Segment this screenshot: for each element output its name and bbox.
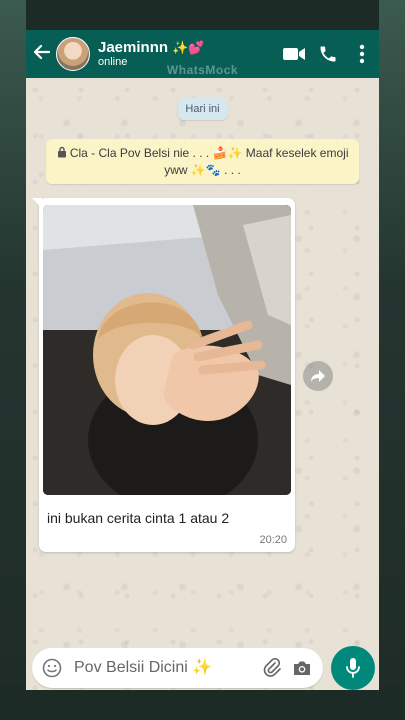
sparkle-icon: ✨ — [172, 40, 189, 55]
hearts-icon: 💕 — [188, 40, 205, 55]
encryption-notice[interactable]: Cla - Cla Pov Belsi nie . . . 🍰✨ Maaf ke… — [46, 139, 359, 184]
contact-name-text: Jaeminnn — [98, 39, 169, 56]
brand-watermark: WhatsMock — [166, 63, 239, 77]
date-chip: Hari ini — [177, 98, 228, 120]
incoming-message-bubble[interactable]: ini bukan cerita cinta 1 atau 2 20:20 — [32, 198, 295, 552]
camera-icon[interactable] — [287, 660, 317, 676]
bottom-blur-strip — [0, 686, 405, 720]
bubble-tail — [32, 198, 42, 208]
chat-screen: Jaeminnn ✨💕 online WhatsMock Hari ini Cl… — [26, 30, 379, 690]
phone-icon[interactable] — [311, 44, 345, 64]
left-blur-edge — [0, 0, 26, 720]
message-input-bar — [32, 648, 323, 688]
photo-illustration — [43, 205, 291, 495]
message-time: 20:20 — [259, 534, 287, 546]
right-blur-edge — [379, 0, 405, 720]
notice-text: Cla - Cla Pov Belsi nie . . . 🍰✨ Maaf ke… — [69, 146, 349, 177]
emoji-icon[interactable] — [42, 658, 66, 678]
top-blur-strip — [0, 0, 405, 30]
message-input[interactable] — [72, 658, 257, 678]
more-vert-icon[interactable] — [345, 44, 379, 64]
video-call-icon[interactable] — [277, 46, 311, 62]
message-caption: ini bukan cerita cinta 1 atau 2 — [47, 510, 230, 526]
forward-icon[interactable] — [303, 361, 333, 391]
paperclip-icon[interactable] — [257, 658, 287, 678]
lock-icon — [57, 146, 67, 162]
message-photo[interactable] — [43, 205, 291, 495]
contact-name: Jaeminnn ✨💕 — [98, 39, 277, 56]
chat-header: Jaeminnn ✨💕 online WhatsMock — [26, 30, 379, 78]
mic-icon[interactable] — [331, 646, 375, 690]
